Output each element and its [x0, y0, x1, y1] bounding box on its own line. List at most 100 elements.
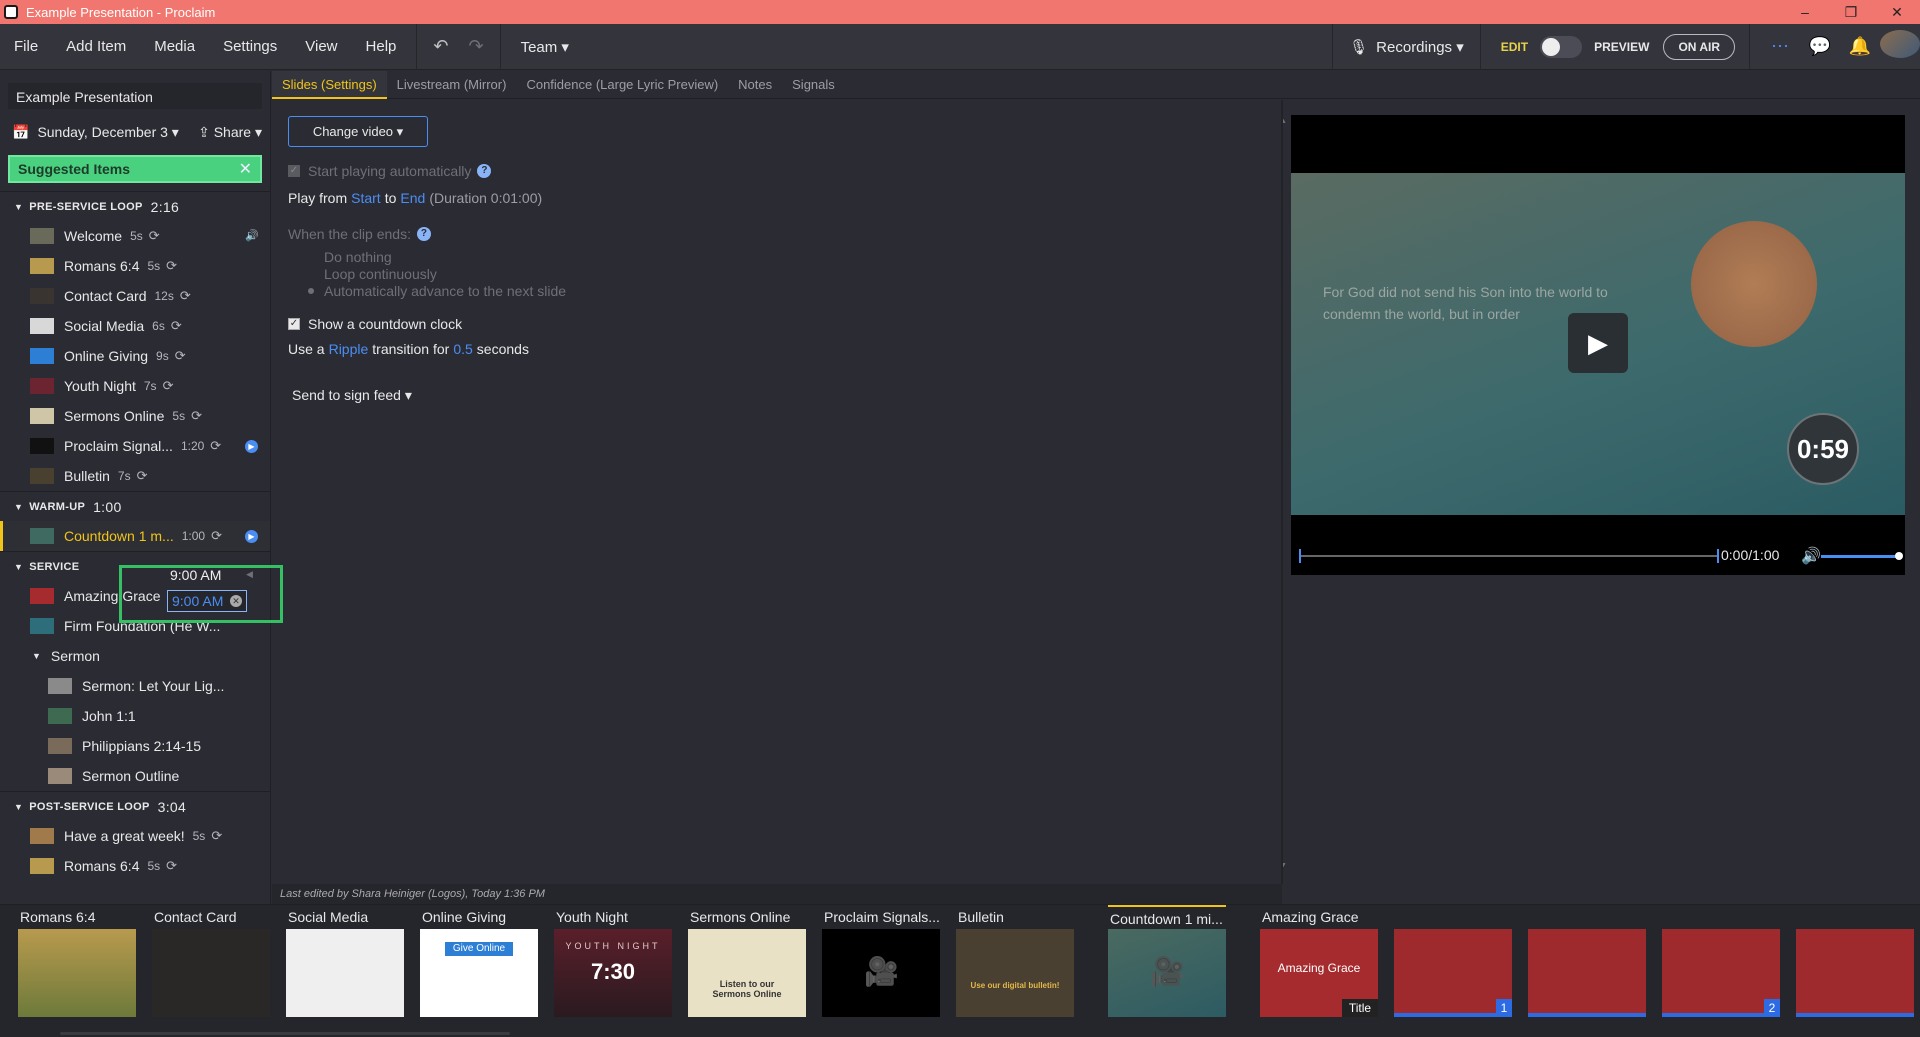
list-item[interactable]: Contact Card 12s ⟳: [0, 281, 270, 311]
minimize-button[interactable]: –: [1782, 4, 1828, 21]
radio-loop[interactable]: [308, 271, 314, 277]
list-item[interactable]: Sermon: Let Your Lig...: [0, 671, 270, 701]
tab-notes[interactable]: Notes: [728, 71, 782, 99]
slide-number-badge: 2: [1764, 999, 1780, 1017]
help-icon[interactable]: ?: [477, 164, 492, 178]
volume-icon[interactable]: 🔊: [1801, 546, 1821, 566]
section-warm-up[interactable]: ▼ WARM-UP 1:00: [0, 491, 270, 521]
list-item[interactable]: Have a great week! 5s ⟳: [0, 821, 270, 851]
audio-icon[interactable]: 🔊: [245, 230, 259, 243]
countdown-clock-checkbox[interactable]: ✓: [288, 318, 300, 330]
tab-signals[interactable]: Signals: [782, 71, 845, 99]
title-bar: Example Presentation - Proclaim – ❐ ✕: [0, 0, 1920, 24]
seek-bar[interactable]: [1299, 549, 1719, 563]
volume-slider[interactable]: [1821, 552, 1903, 560]
collapse-arrow-icon[interactable]: ◀: [246, 569, 253, 580]
menu-file[interactable]: File: [0, 38, 52, 55]
strip-slide[interactable]: [1796, 905, 1914, 1017]
strip-slide[interactable]: [1528, 905, 1646, 1017]
list-item[interactable]: Romans 6:4 5s ⟳: [0, 251, 270, 281]
list-item[interactable]: Bulletin 7s ⟳: [0, 461, 270, 491]
on-air-button[interactable]: ON AIR: [1663, 33, 1735, 60]
presentation-name-input[interactable]: Example Presentation: [8, 83, 262, 109]
service-time-input[interactable]: 9:00 AM ✕: [167, 590, 247, 612]
menu-settings[interactable]: Settings: [209, 38, 291, 55]
chat-icon[interactable]: 💬: [1800, 36, 1840, 57]
list-item[interactable]: John 1:1: [0, 701, 270, 731]
list-item[interactable]: Welcome 5s ⟳ 🔊: [0, 221, 270, 251]
list-item[interactable]: Sermon Outline: [0, 761, 270, 791]
list-item[interactable]: Online Giving 9s ⟳: [0, 341, 270, 371]
strip-slide[interactable]: Proclaim Signals... 🎥: [822, 905, 940, 1017]
undo-icon[interactable]: ↶: [423, 36, 458, 57]
play-icon[interactable]: ▶: [245, 439, 258, 453]
radio-advance[interactable]: [308, 288, 314, 294]
redo-icon[interactable]: ↷: [458, 36, 493, 57]
section-post-service-loop[interactable]: ▼ POST-SERVICE LOOP 3:04: [0, 791, 270, 821]
strip-slide[interactable]: Sermons Online Listen to our Sermons Onli…: [688, 905, 806, 1017]
video-preview[interactable]: For God did not send his Son into the wo…: [1291, 115, 1905, 575]
strip-slide[interactable]: Youth Night YOUTH NIGHT 7:30: [554, 905, 672, 1017]
end-link[interactable]: End: [400, 190, 425, 206]
menu-help[interactable]: Help: [352, 38, 411, 55]
close-icon[interactable]: ✕: [239, 159, 252, 179]
team-dropdown[interactable]: Team ▾: [507, 38, 583, 56]
list-item[interactable]: Youth Night 7s ⟳: [0, 371, 270, 401]
section-pre-service-loop[interactable]: ▼ PRE-SERVICE LOOP 2:16: [0, 191, 270, 221]
strip-scrollbar[interactable]: [60, 1032, 510, 1035]
send-to-sign-feed-dropdown[interactable]: Send to sign feed ▾: [292, 387, 412, 404]
date-dropdown[interactable]: Sunday, December 3 ▾: [37, 124, 178, 141]
tab-livestream[interactable]: Livestream (Mirror): [387, 71, 517, 99]
tab-confidence[interactable]: Confidence (Large Lyric Preview): [516, 71, 728, 99]
change-video-button[interactable]: Change video ▾: [288, 116, 428, 147]
start-auto-checkbox[interactable]: ✓: [288, 165, 300, 177]
strip-slide[interactable]: Romans 6:4: [18, 905, 136, 1017]
clear-icon[interactable]: ✕: [230, 595, 242, 607]
share-button[interactable]: ⇪ Share ▾: [198, 124, 262, 141]
maximize-button[interactable]: ❐: [1828, 4, 1874, 21]
list-item[interactable]: Romans 6:4 5s ⟳: [0, 851, 270, 881]
list-item[interactable]: Proclaim Signal... 1:20 ⟳ ▶: [0, 431, 270, 461]
list-item[interactable]: Sermons Online 5s ⟳: [0, 401, 270, 431]
play-icon[interactable]: ▶: [245, 529, 258, 543]
tab-slides-settings[interactable]: Slides (Settings): [272, 70, 387, 99]
notifications-bell-icon[interactable]: 🔔: [1840, 36, 1880, 57]
user-avatar[interactable]: [1880, 30, 1920, 63]
radio-do-nothing[interactable]: [308, 254, 314, 260]
loop-icon: ⟳: [170, 318, 182, 333]
strip-slide[interactable]: Bulletin Use our digital bulletin!: [956, 905, 1074, 1017]
menu-bar: File Add Item Media Settings View Help ↶…: [0, 23, 1920, 70]
loop-icon: ⟳: [166, 858, 178, 873]
menu-media[interactable]: Media: [140, 38, 209, 55]
start-auto-label: Start playing automatically: [308, 163, 472, 179]
edit-preview-toggle[interactable]: [1540, 35, 1583, 58]
loop-icon: ⟳: [174, 348, 186, 363]
strip-slide[interactable]: Countdown 1 mi... 🎥: [1108, 905, 1226, 1017]
suggested-items-bar[interactable]: Suggested Items ✕: [8, 155, 262, 183]
loop-icon: ⟳: [191, 408, 202, 423]
recordings-dropdown[interactable]: 🎙 Recordings ▾: [1332, 23, 1481, 70]
more-options-icon[interactable]: ⋯: [1760, 36, 1800, 57]
sermon-group[interactable]: ▼ Sermon: [0, 641, 270, 671]
list-item[interactable]: Social Media 6s ⟳: [0, 311, 270, 341]
menu-add-item[interactable]: Add Item: [52, 38, 140, 55]
item-name: Romans 6:4: [64, 858, 140, 874]
strip-slide[interactable]: Amazing Grace Amazing Grace Title: [1260, 905, 1378, 1017]
list-item[interactable]: Philippians 2:14-15: [0, 731, 270, 761]
strip-slide[interactable]: 2: [1662, 905, 1780, 1017]
strip-slide[interactable]: Online Giving Give Online: [420, 905, 538, 1017]
transition-seconds-link[interactable]: 0.5: [453, 341, 472, 357]
item-thumbnail: [48, 768, 72, 784]
transition-link[interactable]: Ripple: [329, 341, 369, 357]
strip-slide[interactable]: 1: [1394, 905, 1512, 1017]
list-item[interactable]: Countdown 1 m... 1:00 ⟳ ▶: [0, 521, 270, 551]
menu-view[interactable]: View: [291, 38, 351, 55]
play-icon[interactable]: ▶: [1568, 313, 1628, 373]
help-icon[interactable]: ?: [416, 227, 431, 241]
strip-slide[interactable]: Contact Card: [152, 905, 270, 1017]
item-duration: 6s: [152, 319, 165, 333]
start-link[interactable]: Start: [351, 190, 381, 206]
strip-slide[interactable]: Social Media: [286, 905, 404, 1017]
item-name: Welcome: [64, 228, 123, 244]
close-window-button[interactable]: ✕: [1874, 4, 1920, 21]
